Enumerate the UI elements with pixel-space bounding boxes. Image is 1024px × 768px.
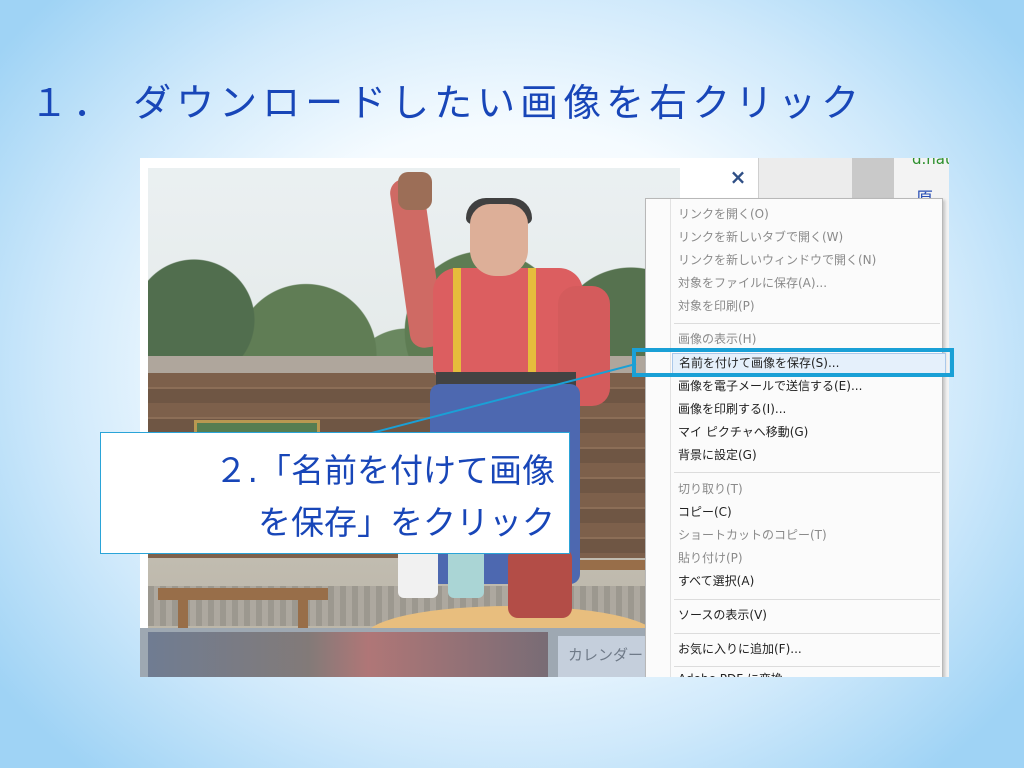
menu-item-copy[interactable]: コピー(C) xyxy=(678,502,732,523)
menu-separator xyxy=(674,323,940,324)
close-icon[interactable]: × xyxy=(725,164,751,190)
menu-item-copy-shortcut[interactable]: ショートカットのコピー(T) xyxy=(678,525,827,546)
calendar-tab[interactable]: カレンダー xyxy=(558,636,648,677)
menu-item-open-link[interactable]: リンクを開く(O) xyxy=(678,204,769,225)
menu-item-add-to-favorites[interactable]: お気に入りに追加(F)... xyxy=(678,639,802,660)
callout-line-1: ２.「名前を付けて画像 xyxy=(214,451,556,490)
menu-item-convert-to-pdf[interactable]: Adobe PDF に変換 xyxy=(678,669,783,677)
browser-screenshot: カレンダー d.nau 原寸 × リンクを開く(O) リンクを新しいタブで開く(… xyxy=(140,158,949,677)
menu-item-print-target[interactable]: 対象を印刷(P) xyxy=(678,296,755,317)
menu-item-paste[interactable]: 貼り付け(P) xyxy=(678,548,743,569)
menu-item-email-image[interactable]: 画像を電子メールで送信する(E)... xyxy=(678,376,862,397)
menu-item-show-image[interactable]: 画像の表示(H) xyxy=(678,329,756,350)
context-menu: リンクを開く(O) リンクを新しいタブで開く(W) リンクを新しいウィンドウで開… xyxy=(645,198,946,677)
callout-line-2: を保存」をクリック xyxy=(258,503,555,542)
url-fragment[interactable]: d.nau xyxy=(912,158,949,168)
highlight-frame xyxy=(632,348,954,377)
menu-item-view-source[interactable]: ソースの表示(V) xyxy=(678,605,767,626)
menu-item-set-as-background[interactable]: 背景に設定(G) xyxy=(678,445,757,466)
menu-gutter xyxy=(670,199,671,677)
header-cell xyxy=(758,158,853,198)
header-cell-dark xyxy=(852,158,894,198)
statue-photo[interactable] xyxy=(148,168,680,677)
menu-item-open-link-new-window[interactable]: リンクを新しいウィンドウで開く(N) xyxy=(678,250,876,271)
lower-thumbnail xyxy=(148,632,548,677)
instruction-callout: ２.「名前を付けて画像 を保存」をクリック xyxy=(100,432,570,554)
menu-item-go-to-my-pictures[interactable]: マイ ピクチャへ移動(G) xyxy=(678,422,808,443)
menu-item-cut[interactable]: 切り取り(T) xyxy=(678,479,743,500)
menu-separator xyxy=(674,472,940,473)
menu-item-print-image[interactable]: 画像を印刷する(I)... xyxy=(678,399,786,420)
menu-separator xyxy=(674,666,940,667)
menu-item-save-target[interactable]: 対象をファイルに保存(A)... xyxy=(678,273,827,294)
menu-item-select-all[interactable]: すべて選択(A) xyxy=(678,571,754,592)
menu-item-open-link-new-tab[interactable]: リンクを新しいタブで開く(W) xyxy=(678,227,843,248)
menu-separator xyxy=(674,633,940,634)
menu-separator xyxy=(674,599,940,600)
slide-title: １． ダウンロードしたい画像を右クリック xyxy=(30,81,865,125)
